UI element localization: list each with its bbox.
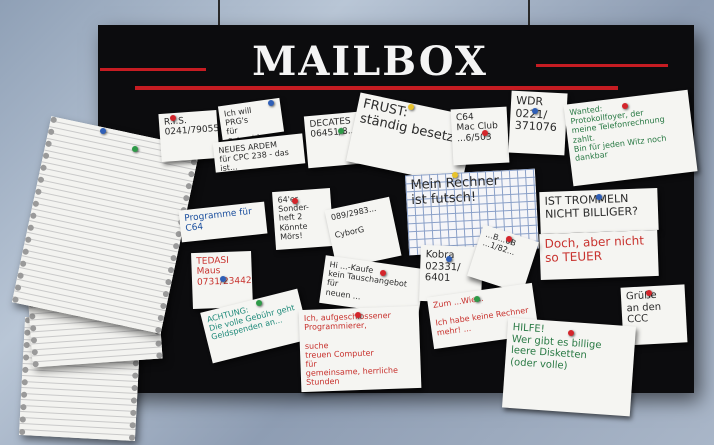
pin-blue [268,100,274,106]
note-ris: R.I.S. 0241/790555 [158,110,220,162]
photo-scene: MAILBOX R.I.S. 0241/790555 Ich will PRG'… [0,0,714,445]
title-stripe-left [100,68,206,71]
pin-red [506,236,512,242]
note-c64-club: C64 Mac Club ...6/503 [450,106,510,166]
pin-red [380,270,386,276]
pin-blue [220,276,226,282]
pin-red [170,115,176,121]
pin-yellow [452,172,458,178]
note-suche: Ich, aufgeschlossener Programmierer, suc… [298,305,422,393]
title-underline [135,86,618,90]
pin-green [132,146,138,152]
title-stripe-right [536,64,668,67]
pin-red [646,290,652,296]
note-trommeln-answer: Doch, aber nicht so TEUER [539,229,659,281]
pin-blue [532,108,538,114]
pin-red [482,130,488,136]
pin-green [256,300,262,306]
pin-red [568,330,574,336]
pin-blue [596,194,602,200]
pin-red [622,103,628,109]
pin-blue [100,128,106,134]
pin-green [474,296,480,302]
hanging-wire-right [528,0,530,28]
pin-green [338,128,344,134]
note-wanted: Wanted: Protokollfoyer, der meine Telefo… [563,89,698,187]
pin-yellow [408,104,414,110]
mailbox-title: MAILBOX [252,38,488,85]
note-sonderheft: 64'er Sonder- heft 2 Könnte Mörs! [272,188,334,250]
pin-blue [446,256,452,262]
pin-red [355,312,361,318]
pin-red [292,198,298,204]
note-wdr: WDR 0221/ 371076 [508,90,568,156]
hanging-wire-left [218,0,220,28]
